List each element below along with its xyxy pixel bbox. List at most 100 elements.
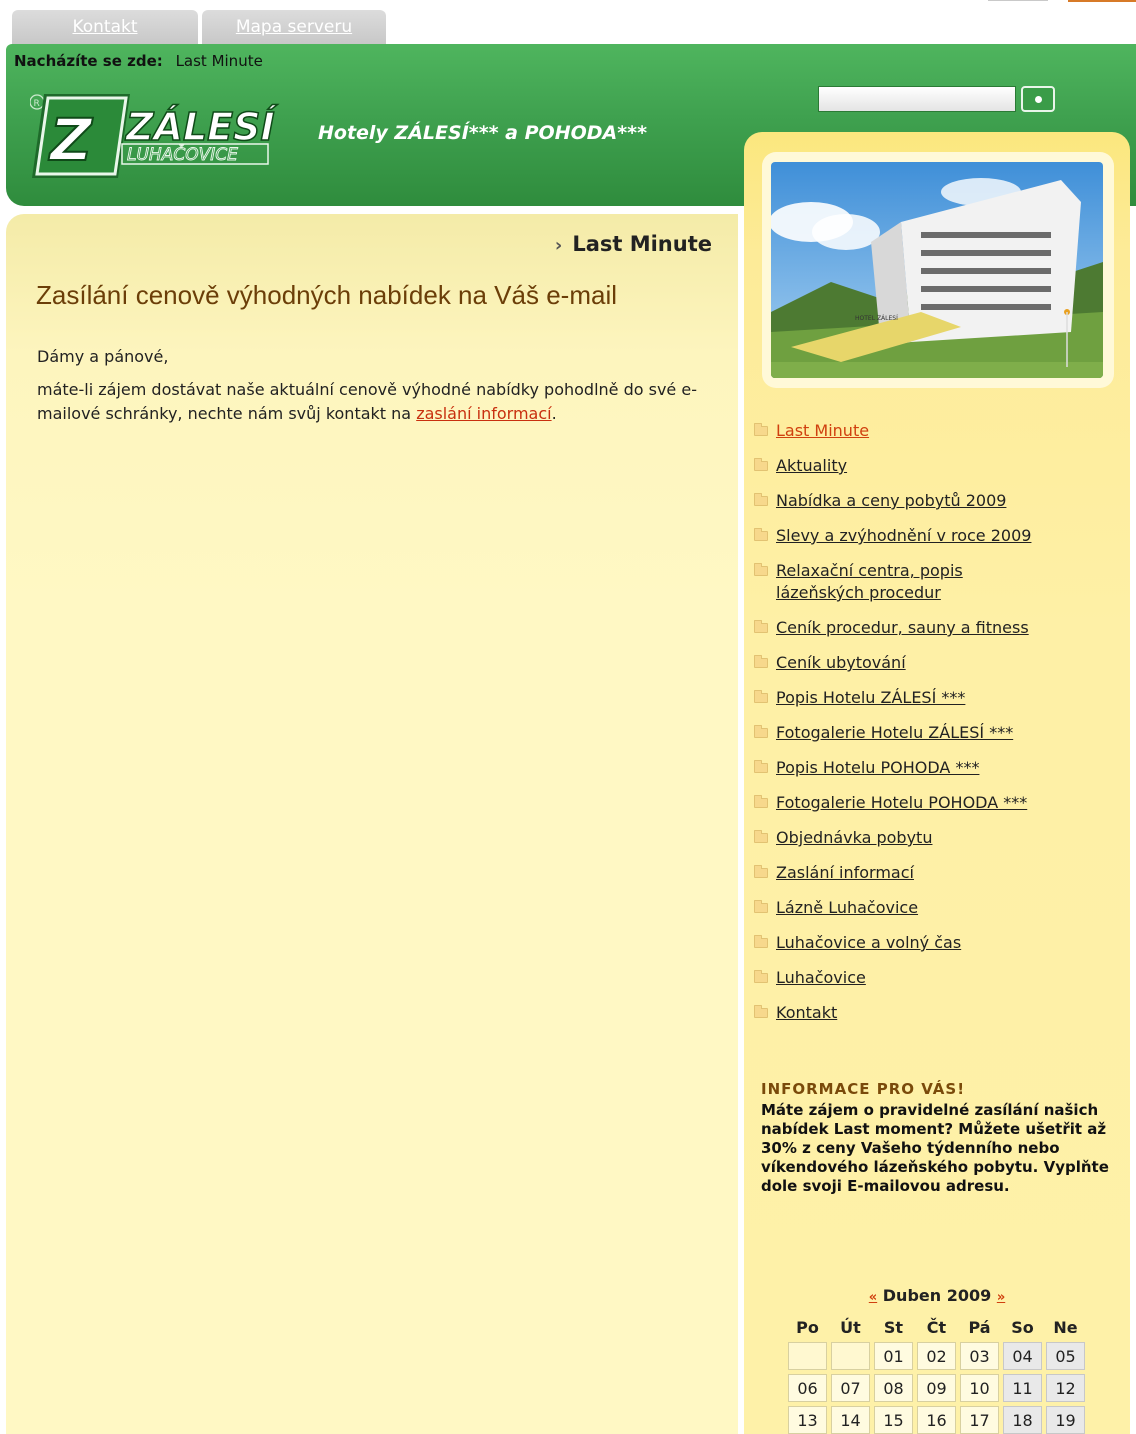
calendar-week: 13 14 15 16 17 18 19	[788, 1406, 1085, 1434]
menu-item-popis-zalesi[interactable]: Popis Hotelu ZÁLESÍ ***	[754, 687, 1124, 709]
menu-item-slevy[interactable]: Slevy a zvýhodnění v roce 2009	[754, 525, 1124, 547]
folder-icon	[754, 1005, 768, 1018]
menu-link[interactable]: Objednávka pobytu	[776, 828, 932, 847]
chevron-right-icon: ›	[554, 235, 563, 256]
menu-item-aktuality[interactable]: Aktuality	[754, 455, 1124, 477]
menu-item-lazne[interactable]: Lázně Luhačovice	[754, 897, 1124, 919]
search-input[interactable]	[818, 86, 1016, 112]
dot-icon	[1035, 96, 1042, 103]
menu-link[interactable]: Popis Hotelu ZÁLESÍ ***	[776, 688, 965, 707]
calendar-day[interactable]: 12	[1046, 1374, 1085, 1402]
tab-kontakt[interactable]: Kontakt	[12, 10, 198, 44]
top-corner-accent	[1068, 0, 1136, 4]
menu-item-zaslani-informaci[interactable]: Zaslání informací	[754, 862, 1124, 884]
calendar-week: 01 02 03 04 05	[788, 1342, 1085, 1370]
calendar-month: Duben 2009	[882, 1286, 992, 1305]
calendar-day[interactable]: 19	[1046, 1406, 1085, 1434]
calendar-prev-button[interactable]: «	[869, 1290, 877, 1305]
folder-icon	[754, 690, 768, 703]
calendar-day[interactable]: 18	[1003, 1406, 1042, 1434]
menu-link[interactable]: Aktuality	[776, 456, 847, 475]
menu-link[interactable]: Zaslání informací	[776, 863, 914, 882]
calendar-day[interactable]: 04	[1003, 1342, 1042, 1370]
calendar-day[interactable]: 16	[917, 1406, 956, 1434]
paragraph-text: máte-li zájem dostávat naše aktuální cen…	[37, 380, 697, 423]
menu-item-kontakt[interactable]: Kontakt	[754, 1002, 1124, 1024]
svg-text:R: R	[34, 99, 40, 109]
calendar-day[interactable]: 01	[874, 1342, 913, 1370]
menu-item-nabidka[interactable]: Nabídka a ceny pobytů 2009	[754, 490, 1124, 512]
menu-link[interactable]: Kontakt	[776, 1003, 837, 1022]
calendar: Po Út St Čt Pá So Ne 01 02 03 04 05 06 0…	[784, 1312, 1089, 1434]
folder-icon	[754, 830, 768, 843]
menu-item-luhacovice[interactable]: Luhačovice	[754, 967, 1124, 989]
calendar-week: 06 07 08 09 10 11 12	[788, 1374, 1085, 1402]
calendar-day[interactable]: 05	[1046, 1342, 1085, 1370]
calendar-day[interactable]: 08	[874, 1374, 913, 1402]
logo-subtext: LUHAČOVICE	[127, 143, 238, 165]
calendar-next-button[interactable]: »	[997, 1290, 1005, 1305]
page-heading-text: Last Minute	[572, 232, 712, 256]
search-button[interactable]	[1021, 86, 1055, 112]
calendar-day	[788, 1342, 827, 1370]
logo-mark: Z	[48, 106, 93, 174]
zalesi-logo[interactable]: R Z ZÁLESÍ LUHAČOVICE	[29, 92, 280, 180]
breadcrumb-current: Last Minute	[175, 52, 263, 70]
menu-item-volny-cas[interactable]: Luhačovice a volný čas	[754, 932, 1124, 954]
tab-mapa-serveru[interactable]: Mapa serveru	[202, 10, 386, 44]
calendar-day[interactable]: 15	[874, 1406, 913, 1434]
tab-kontakt-link[interactable]: Kontakt	[72, 17, 137, 37]
top-corner-line	[988, 0, 1048, 4]
zaslani-informaci-link[interactable]: zaslání informací	[416, 404, 551, 423]
calendar-day[interactable]: 11	[1003, 1374, 1042, 1402]
calendar-day	[831, 1342, 870, 1370]
folder-icon	[754, 760, 768, 773]
calendar-day[interactable]: 13	[788, 1406, 827, 1434]
calendar-day[interactable]: 10	[960, 1374, 999, 1402]
menu-item-cenik-procedur[interactable]: Ceník procedur, sauny a fitness	[754, 617, 1124, 639]
menu-item-fotogalerie-zalesi[interactable]: Fotogalerie Hotelu ZÁLESÍ ***	[754, 722, 1124, 744]
calendar-day[interactable]: 03	[960, 1342, 999, 1370]
calendar-day[interactable]: 06	[788, 1374, 827, 1402]
menu-item-fotogalerie-pohoda[interactable]: Fotogalerie Hotelu POHODA ***	[754, 792, 1124, 814]
calendar-day[interactable]: 07	[831, 1374, 870, 1402]
menu-link[interactable]: Ceník ubytování	[776, 653, 906, 672]
menu-link[interactable]: Slevy a zvýhodnění v roce 2009	[776, 526, 1031, 545]
weekday: Ne	[1053, 1317, 1078, 1337]
weekday: Čt	[926, 1317, 947, 1337]
menu-item-popis-pohoda[interactable]: Popis Hotelu POHODA ***	[754, 757, 1124, 779]
menu-link[interactable]: Lázně Luhačovice	[776, 898, 918, 917]
folder-icon	[754, 458, 768, 471]
folder-icon	[754, 865, 768, 878]
menu-link[interactable]: Fotogalerie Hotelu ZÁLESÍ ***	[776, 723, 1013, 742]
calendar-day[interactable]: 17	[960, 1406, 999, 1434]
calendar-day[interactable]: 02	[917, 1342, 956, 1370]
calendar-day[interactable]: 09	[917, 1374, 956, 1402]
folder-icon	[754, 655, 768, 668]
menu-link[interactable]: Ceník procedur, sauny a fitness	[776, 618, 1029, 637]
menu-link[interactable]: Luhačovice	[776, 968, 866, 987]
folder-icon	[754, 900, 768, 913]
tab-mapa-serveru-link[interactable]: Mapa serveru	[236, 17, 352, 37]
calendar-header: « Duben 2009 »	[762, 1286, 1112, 1305]
info-title: INFORMACE PRO VÁS!	[761, 1080, 966, 1098]
menu-item-last-minute[interactable]: Last Minute	[754, 420, 1124, 442]
menu-link[interactable]: Luhačovice a volný čas	[776, 933, 961, 952]
weekday: Po	[796, 1317, 819, 1337]
menu-item-cenik-ubytovani[interactable]: Ceník ubytování	[754, 652, 1124, 674]
menu-link[interactable]: Last Minute	[776, 421, 869, 440]
menu-link[interactable]: Fotogalerie Hotelu POHODA ***	[776, 793, 1027, 812]
weekday: Út	[840, 1317, 861, 1337]
sidebar-menu: Last Minute Aktuality Nabídka a ceny pob…	[754, 420, 1124, 1037]
menu-link[interactable]: Nabídka a ceny pobytů 2009	[776, 491, 1006, 510]
logo-text: ZÁLESÍ	[125, 105, 279, 149]
folder-icon	[754, 528, 768, 541]
menu-link[interactable]: Popis Hotelu POHODA ***	[776, 758, 979, 777]
menu-link[interactable]: Relaxační centra, popis lázeňských proce…	[776, 560, 1026, 604]
main-title: Zasílání cenově výhodných nabídek na Váš…	[36, 280, 618, 310]
folder-icon	[754, 725, 768, 738]
menu-item-relaxacni-centra[interactable]: Relaxační centra, popis lázeňských proce…	[754, 560, 1124, 604]
calendar-weekdays: Po Út St Čt Pá So Ne	[788, 1316, 1085, 1338]
menu-item-objednavka[interactable]: Objednávka pobytu	[754, 827, 1124, 849]
calendar-day[interactable]: 14	[831, 1406, 870, 1434]
